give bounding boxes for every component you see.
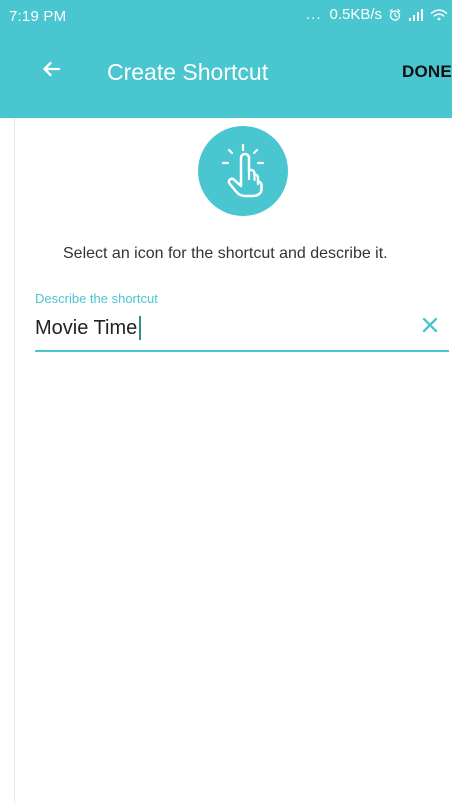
status-time: 7:19 PM bbox=[9, 8, 67, 25]
page-title: Create Shortcut bbox=[107, 59, 269, 85]
helper-text: Select an icon for the shortcut and desc… bbox=[63, 245, 388, 262]
back-arrow-icon bbox=[39, 57, 63, 86]
left-edge-line bbox=[14, 118, 15, 803]
field-label: Describe the shortcut bbox=[35, 291, 158, 306]
clear-icon bbox=[422, 317, 438, 338]
wifi-icon bbox=[430, 8, 448, 22]
done-button[interactable]: DONE bbox=[402, 60, 452, 84]
dots-icon: ... bbox=[306, 6, 322, 23]
clear-button[interactable] bbox=[419, 316, 441, 338]
shortcut-icon-preview[interactable] bbox=[198, 126, 288, 216]
status-speed: 0.5KB/s bbox=[329, 6, 383, 23]
text-caret bbox=[139, 316, 141, 340]
field-underline bbox=[35, 350, 449, 352]
status-right: ... 0.5KB/s bbox=[306, 6, 452, 23]
back-button[interactable] bbox=[34, 54, 68, 88]
phone-screen: 7:19 PM ... 0.5KB/s Create Shortcut DONE… bbox=[0, 0, 452, 803]
app-bar: Create Shortcut DONE bbox=[0, 34, 452, 118]
status-bar: 7:19 PM ... 0.5KB/s bbox=[0, 0, 452, 34]
signal-icon bbox=[408, 8, 424, 22]
shortcut-description-field: Describe the shortcut bbox=[35, 289, 449, 355]
tap-hand-icon bbox=[214, 140, 272, 203]
alarm-icon bbox=[388, 8, 402, 22]
shortcut-description-input[interactable] bbox=[35, 312, 405, 344]
